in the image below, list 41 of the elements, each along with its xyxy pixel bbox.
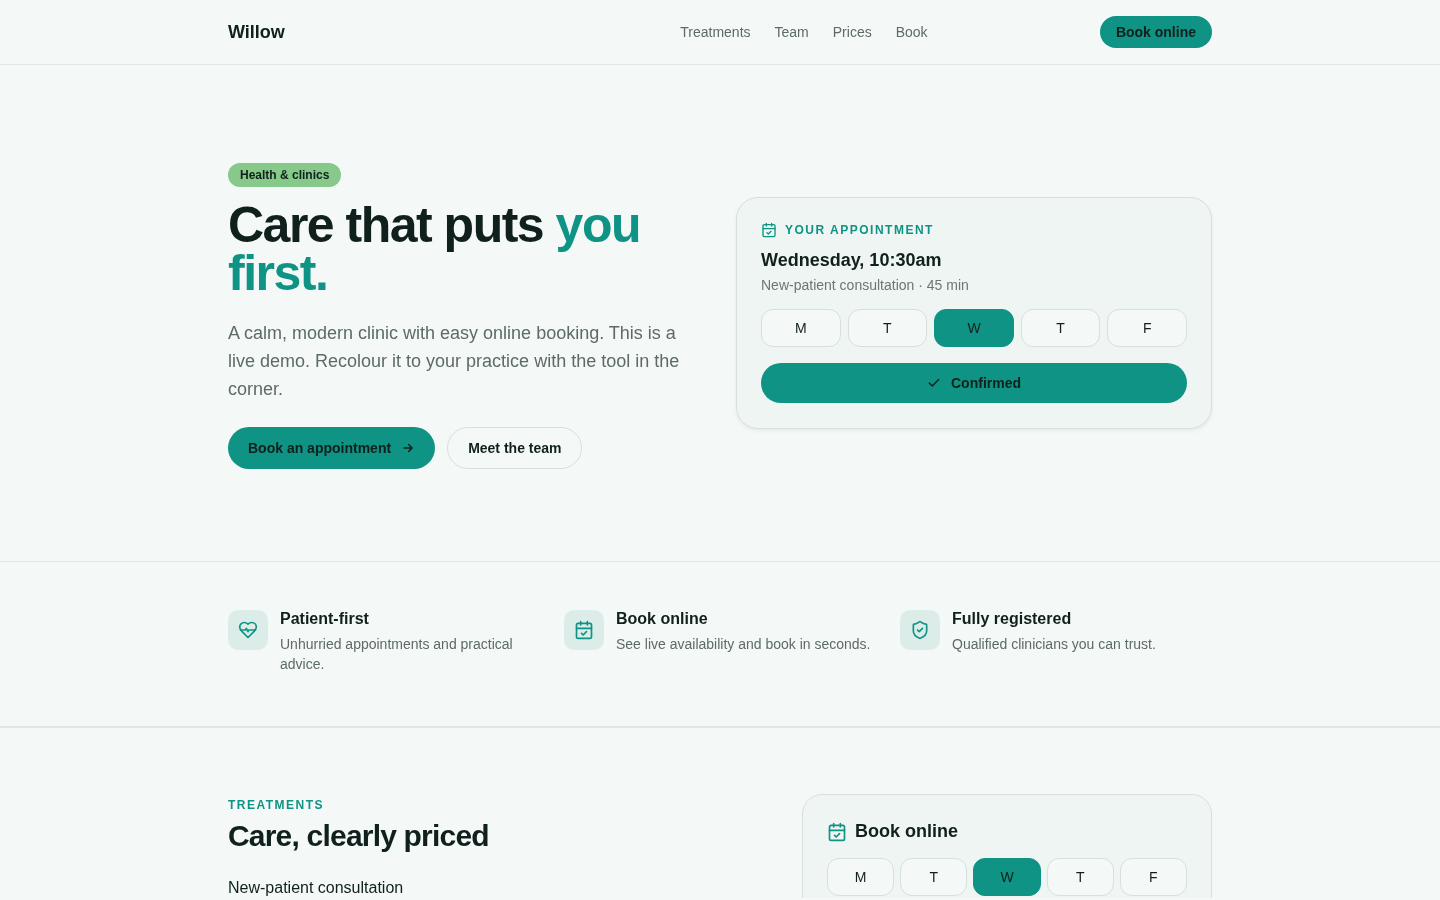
heart-pulse-icon [238,620,258,640]
book-appointment-button[interactable]: Book an appointment [228,427,436,469]
day-button[interactable]: T [847,309,928,347]
shield-check-icon [910,620,930,640]
day-button[interactable]: T [1020,309,1101,347]
hero-heading: Care that puts you first. [228,201,641,297]
nav-link[interactable]: Book [895,24,928,40]
arrow-right-icon [401,441,416,455]
nav-link[interactable]: Treatments [680,24,751,40]
day-button[interactable]: T [1046,858,1114,896]
card-eyebrow: YOUR APPOINTMENT [785,223,934,237]
section-heading: Care, clearly priced [228,819,489,853]
appointment-time: Wednesday, 10:30am [761,250,943,271]
brand-logo[interactable]: Willow [228,21,428,43]
hero-lead: A calm, modern clinic with easy online booking. This is a live demo. Recolour it to your practice with the tool in the corner. [228,322,680,401]
confirmed-button[interactable]: Confirmed [761,363,1187,403]
nav-link[interactable]: Prices [832,24,872,40]
day-button[interactable]: T [900,858,968,896]
booking-title: Book online [855,821,958,842]
category-badge: Health & clinics [228,163,342,187]
feature-text: Unhurried appointments and practical advice. [280,635,514,674]
feature-title: Book online [616,610,709,628]
feature-title: Patient-first [280,610,370,628]
day-button[interactable]: M [761,309,841,347]
calendar-icon [827,821,847,842]
calendar-icon [574,620,594,640]
feature-text: See live availability and book in seconds. [616,635,872,654]
calendar-icon [761,222,777,238]
day-button[interactable]: W [973,858,1041,896]
feature-title: Fully registered [952,610,1073,628]
day-button[interactable]: F [1107,309,1187,347]
appointment-detail: New-patient consultation · 45 min [761,277,970,293]
treatment-name: New-patient consultation [228,879,405,897]
day-button[interactable]: F [1119,858,1187,896]
day-button[interactable]: M [827,858,895,896]
nav-link[interactable]: Team [774,24,809,40]
check-icon [927,376,941,390]
feature-text: Qualified clinicians you can trust. [952,635,1157,654]
day-button[interactable]: W [934,309,1014,347]
section-eyebrow: TREATMENTS [228,798,325,812]
book-online-button[interactable]: Book online [1099,16,1212,48]
